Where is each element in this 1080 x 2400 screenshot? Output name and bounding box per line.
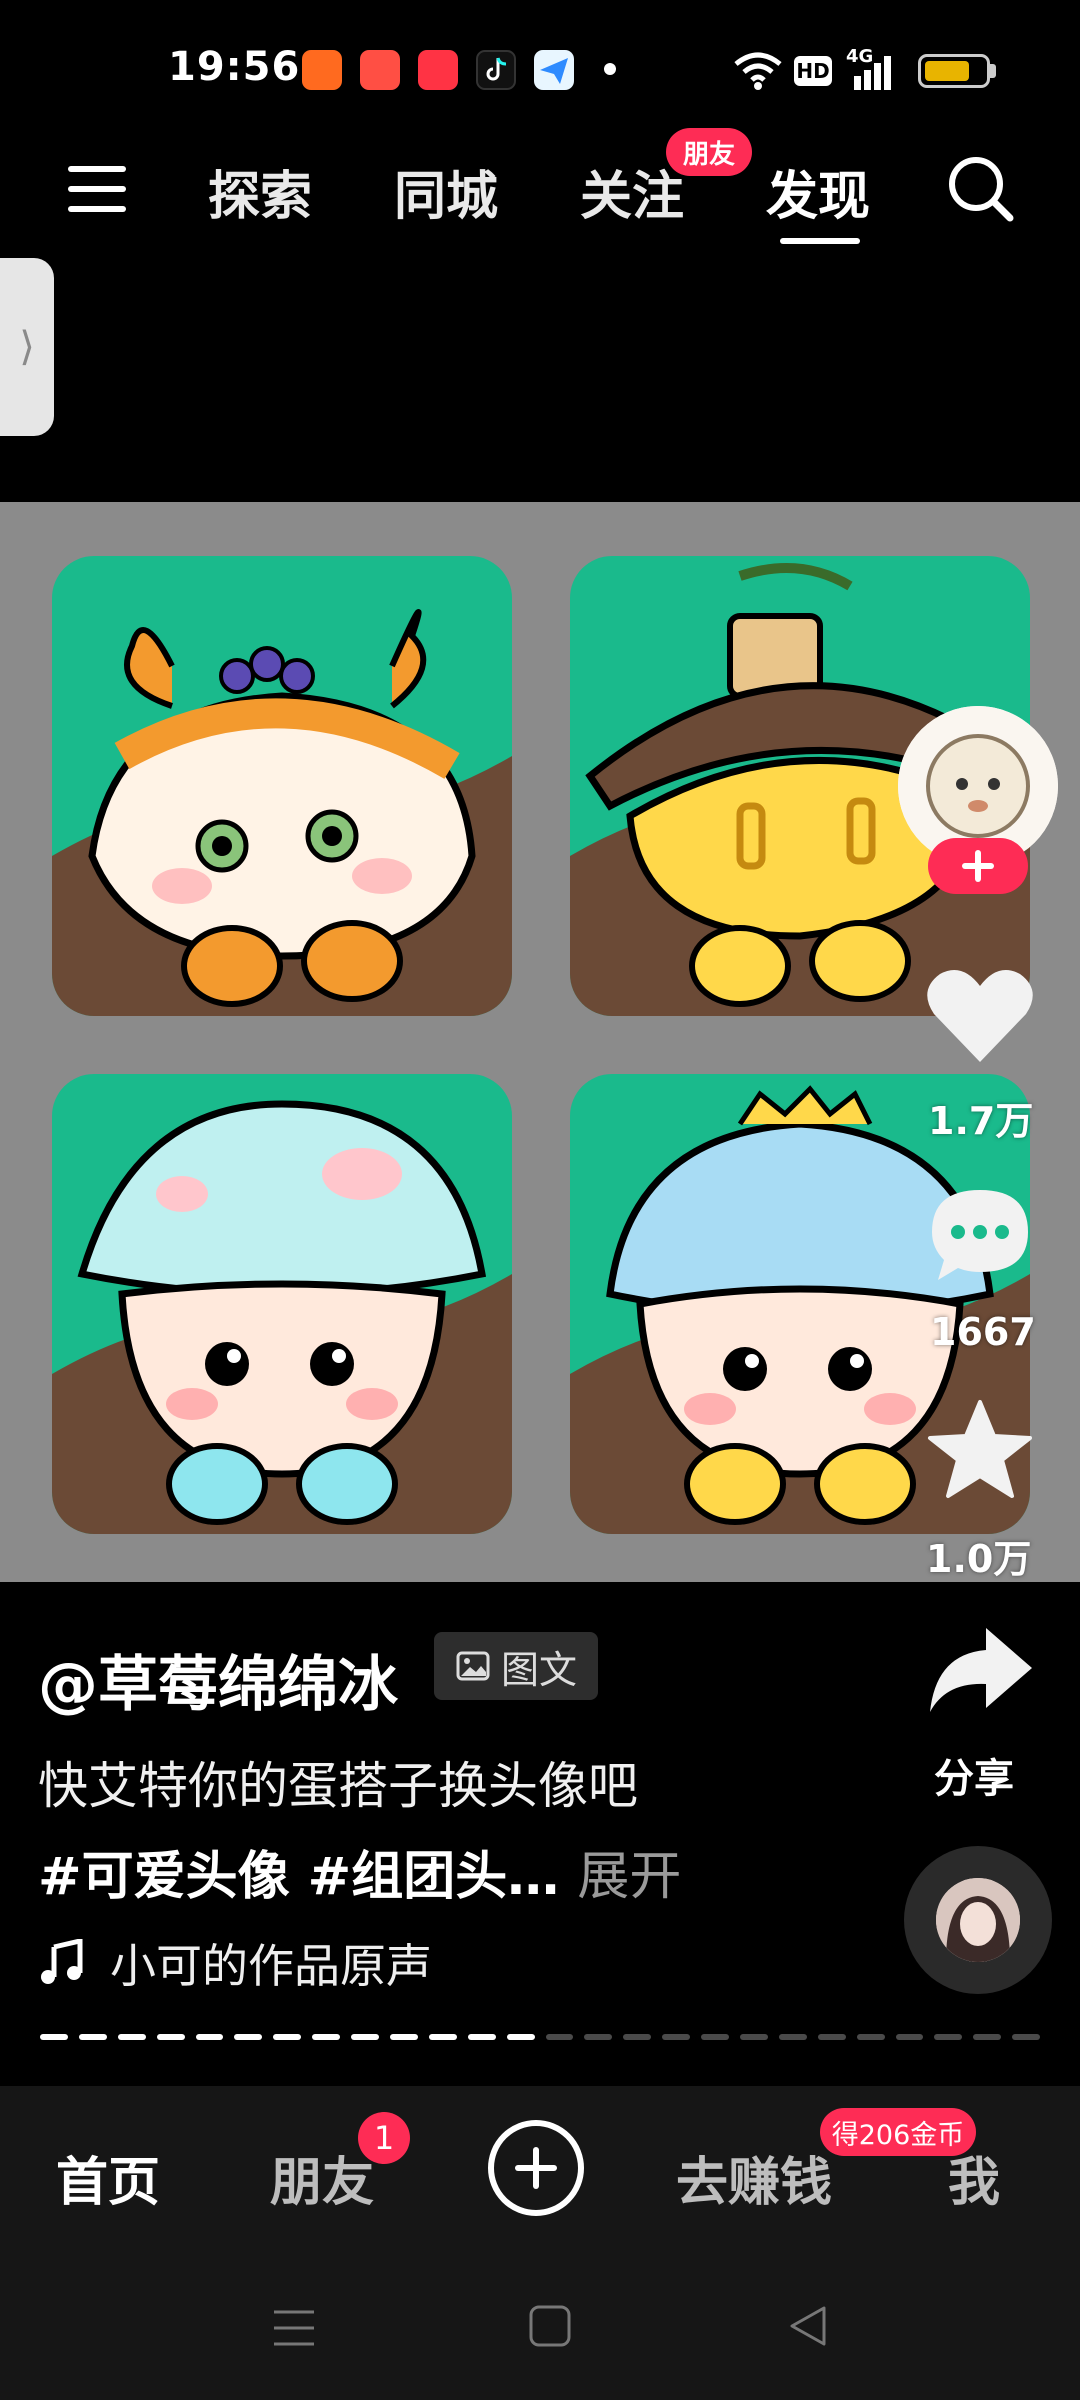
progress-segment [934, 2034, 963, 2040]
music-disc-avatar [936, 1878, 1020, 1962]
side-drawer-handle[interactable]: ⟩ [0, 258, 54, 436]
back-triangle-icon[interactable] [786, 2304, 830, 2348]
image-progress-indicator [40, 2034, 1041, 2042]
progress-segment [545, 2034, 574, 2040]
friend-badge: 朋友 [666, 128, 752, 176]
tab-explore[interactable]: 探索 [208, 154, 312, 229]
share-arrow-icon[interactable] [926, 1624, 1034, 1716]
home-square-icon[interactable] [528, 2304, 572, 2348]
nav-earn[interactable]: 去赚钱 [676, 2140, 832, 2215]
progress-segment [701, 2034, 730, 2040]
meituan-icon [302, 50, 342, 90]
music-info[interactable]: 小可的作品原声 [38, 1930, 432, 1996]
tab-discover[interactable]: 发现 [766, 154, 870, 229]
comment-count: 1667 [930, 1310, 1036, 1354]
author-username[interactable]: @草莓绵绵冰 [38, 1636, 398, 1723]
progress-segment [117, 2034, 146, 2040]
progress-segment [623, 2034, 652, 2040]
like-count: 1.7万 [928, 1099, 1034, 1143]
progress-segment [428, 2034, 457, 2040]
video-app-icon [418, 50, 458, 90]
hashtag-text[interactable]: #可爱头像 #组团头… [38, 1847, 559, 1907]
battery-tip [990, 64, 996, 78]
music-disc[interactable] [904, 1846, 1052, 1994]
post-type-badge: 图文 [434, 1632, 598, 1700]
progress-segment [351, 2034, 380, 2040]
chevron-right-icon: ⟩ [19, 324, 35, 370]
music-app-icon [360, 50, 400, 90]
like-heart-icon[interactable] [924, 966, 1036, 1066]
progress-segment [1012, 2034, 1041, 2040]
create-post-button[interactable] [488, 2120, 584, 2216]
progress-segment [895, 2034, 924, 2040]
image-icon [456, 1651, 490, 1681]
favorite-star-icon[interactable] [926, 1398, 1034, 1502]
progress-segment [584, 2034, 613, 2040]
share-label[interactable]: 分享 [934, 1746, 1014, 1804]
recent-apps-icon[interactable] [272, 2306, 316, 2350]
friends-badge: 1 [358, 2112, 410, 2164]
progress-segment [195, 2034, 224, 2040]
expand-button[interactable]: 展开 [577, 1847, 681, 1907]
progress-segment [778, 2034, 807, 2040]
progress-segment [506, 2034, 535, 2040]
status-time: 19:56 [168, 44, 301, 90]
avatar-tile-deer [52, 556, 512, 1016]
favorite-count: 1.0万 [926, 1537, 1032, 1581]
menu-icon[interactable] [68, 164, 126, 214]
progress-segment [40, 2034, 68, 2040]
progress-segment [273, 2034, 302, 2040]
search-icon[interactable] [946, 154, 1014, 222]
progress-segment [234, 2034, 263, 2040]
progress-segment [662, 2034, 691, 2040]
tab-following[interactable]: 关注 [580, 154, 684, 229]
progress-segment [740, 2034, 768, 2040]
notification-dot [604, 63, 616, 75]
progress-segment [390, 2034, 418, 2040]
progress-segment [467, 2034, 496, 2040]
post-image[interactable] [0, 502, 1080, 1582]
progress-segment [78, 2034, 107, 2040]
plus-icon [515, 2147, 557, 2189]
post-type-label: 图文 [500, 1647, 577, 1692]
post-description: 快艾特你的蛋搭子换头像吧 [38, 1757, 638, 1815]
progress-segment [856, 2034, 885, 2040]
progress-segment [156, 2034, 185, 2040]
progress-segment [312, 2034, 341, 2040]
music-note-icon [41, 1939, 83, 1984]
post-hashtags[interactable]: #可爱头像 #组团头… 展开 [38, 1834, 681, 1909]
music-title: 小可的作品原声 [110, 1939, 432, 1993]
comment-icon[interactable] [928, 1186, 1032, 1284]
nav-me[interactable]: 我 [948, 2140, 1000, 2215]
progress-segment [817, 2034, 846, 2040]
tab-nearby[interactable]: 同城 [394, 154, 498, 229]
battery-icon [918, 54, 990, 88]
plus-icon [962, 850, 994, 882]
nav-friends[interactable]: 朋友 [270, 2140, 374, 2215]
nav-home[interactable]: 首页 [56, 2140, 160, 2215]
wifi-icon [734, 52, 782, 90]
avatar-tile-mushroom [52, 1074, 512, 1534]
douyin-icon [476, 50, 516, 90]
active-tab-indicator [780, 238, 860, 244]
hd-icon: HD [794, 56, 832, 86]
signal-icon [854, 56, 891, 90]
follow-button[interactable] [928, 838, 1028, 894]
mail-app-icon [534, 50, 574, 90]
progress-segment [973, 2034, 1002, 2040]
